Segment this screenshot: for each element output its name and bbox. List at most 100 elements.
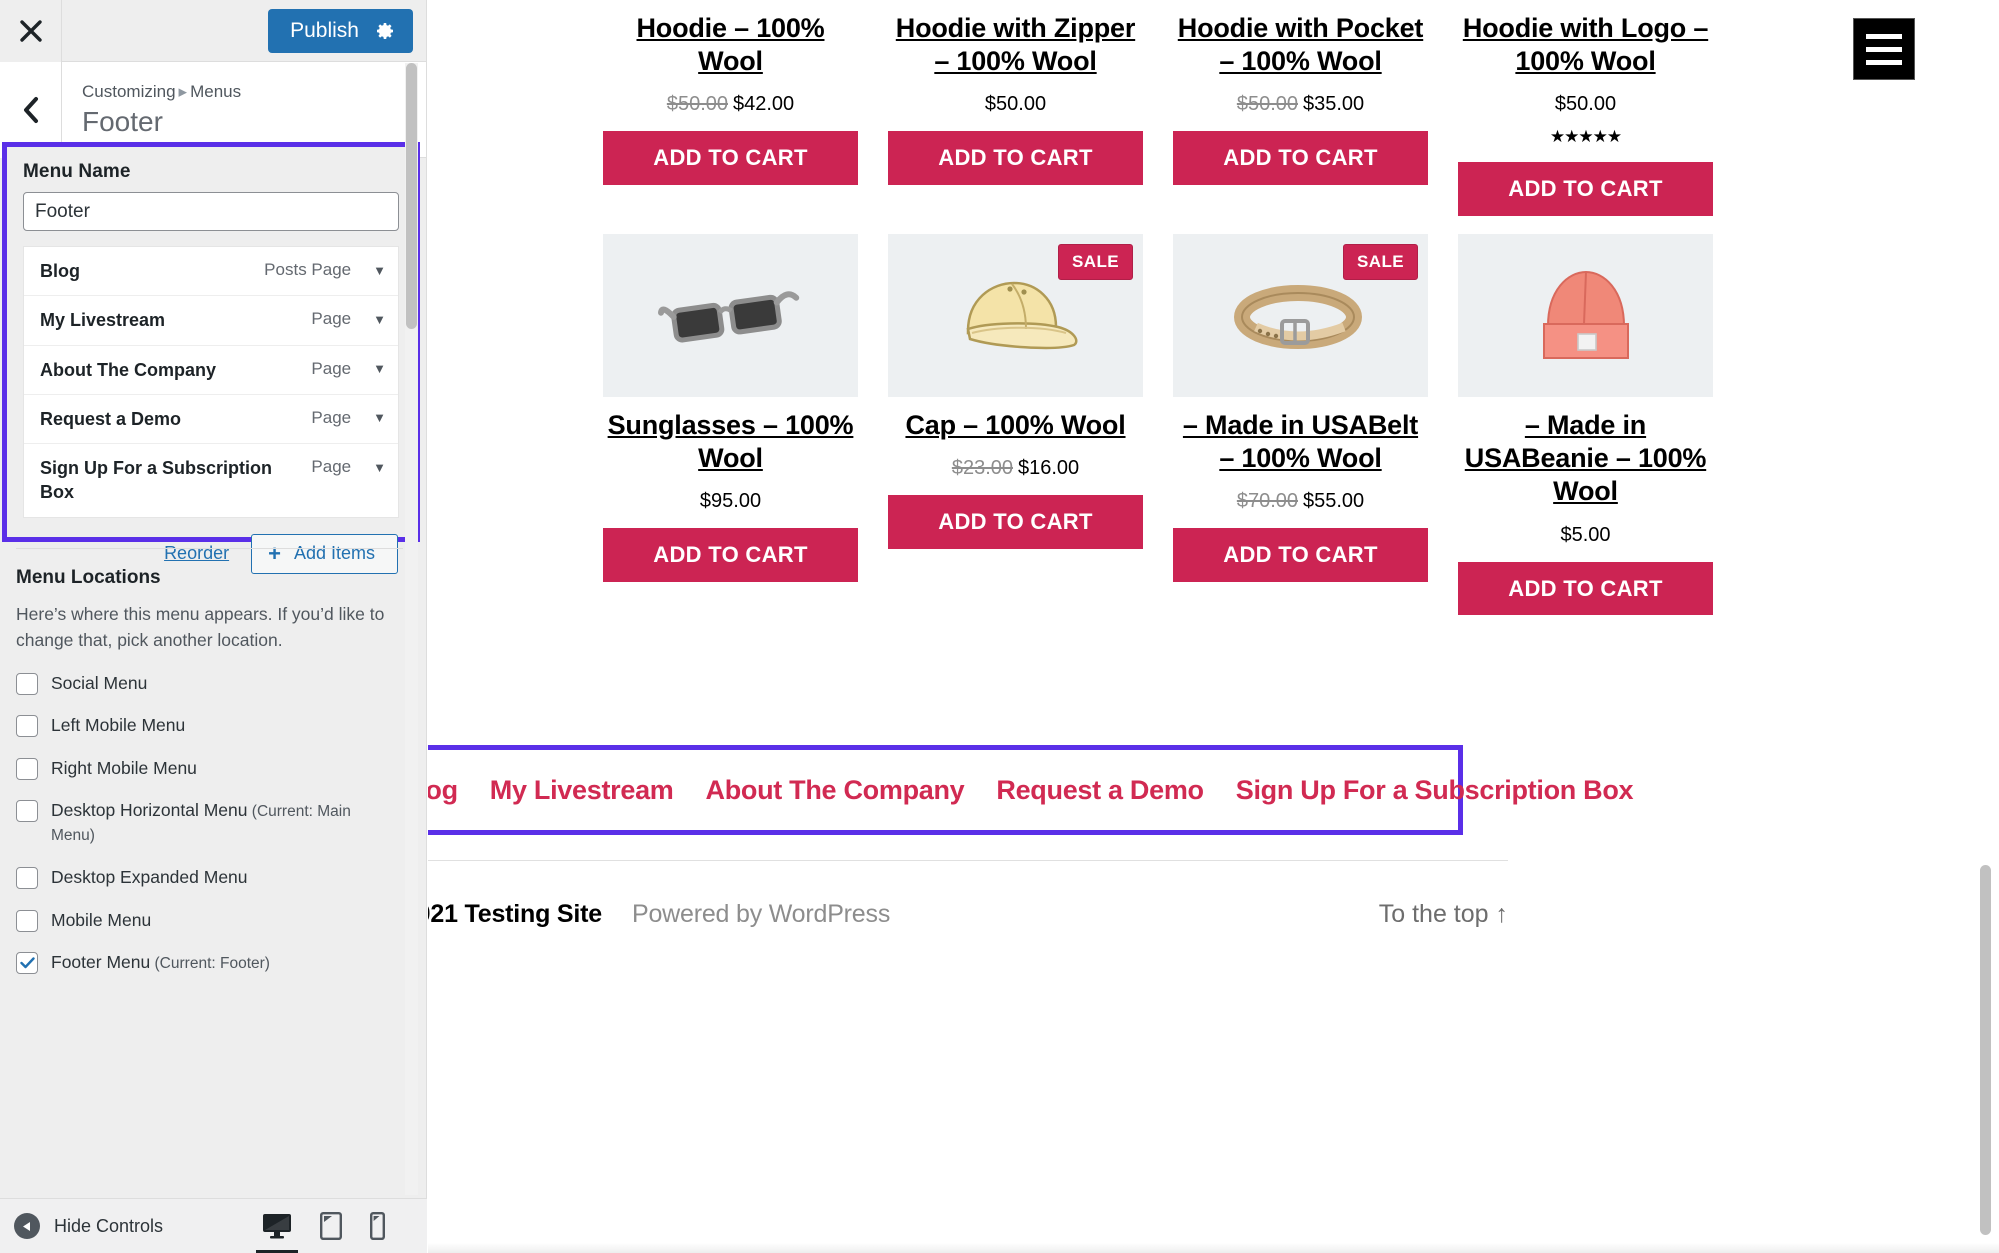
product-card: Hoodie with Zipper – 100% Wool $50.00 ADD … xyxy=(873,0,1158,185)
add-to-cart-button[interactable]: ADD TO CART xyxy=(888,131,1143,185)
hide-controls-label: Hide Controls xyxy=(54,1215,164,1236)
menu-item-title: Sign Up For a Subscription Box xyxy=(40,458,273,503)
product-card: SALE – Made in USABelt – 100% Wool $70.00 $… xyxy=(1158,233,1443,582)
menu-item-row[interactable]: My Livestream Page ▼ xyxy=(24,296,398,346)
gear-icon[interactable] xyxy=(375,21,395,41)
add-to-cart-button[interactable]: ADD TO CART xyxy=(888,495,1143,549)
menu-name-input[interactable] xyxy=(23,192,399,231)
menu-location-row[interactable]: Left Mobile Menu xyxy=(16,714,403,738)
breadcrumb-separator: ▸ xyxy=(178,81,188,101)
checkbox[interactable] xyxy=(16,952,38,975)
beanie-icon xyxy=(1542,271,1629,360)
product-title[interactable]: Hoodie – 100% Wool xyxy=(603,12,858,78)
collapse-icon xyxy=(14,1213,40,1239)
preview-scrollbar-thumb[interactable] xyxy=(1980,865,1991,1235)
menu-item-row[interactable]: Request a Demo Page ▼ xyxy=(24,395,398,445)
product-image[interactable] xyxy=(603,233,858,397)
product-price: $95.00 xyxy=(603,490,858,513)
breadcrumb-current: Menus xyxy=(190,81,242,101)
product-price: $50.00 xyxy=(888,93,1143,116)
chevron-down-icon[interactable]: ▼ xyxy=(373,461,386,474)
product-price: $50.00 $42.00 xyxy=(603,93,858,116)
screen-root: Publish Customizing ▸ Menus Footer Menu … xyxy=(0,0,1999,1253)
publish-button[interactable]: Publish xyxy=(268,8,413,53)
chevron-down-icon[interactable]: ▼ xyxy=(373,264,386,277)
breadcrumb-root: Customizing xyxy=(82,81,176,101)
menu-location-row[interactable]: Desktop Horizontal Menu (Current: Main M… xyxy=(16,799,403,847)
sidebar-scrollbar[interactable] xyxy=(405,63,418,1195)
checkbox[interactable] xyxy=(16,867,38,890)
product-row-1: Hoodie – 100% Wool $50.00 $42.00 ADD TO CAR… xyxy=(588,0,1728,216)
product-title[interactable]: Cap – 100% Wool xyxy=(888,409,1143,442)
chevron-down-icon[interactable]: ▼ xyxy=(373,313,386,326)
desktop-icon[interactable] xyxy=(256,1213,298,1253)
hamburger-bar xyxy=(1866,33,1902,39)
footer-menu-link[interactable]: About The Company xyxy=(690,775,981,806)
chevron-down-icon[interactable]: ▼ xyxy=(373,411,386,424)
checkbox[interactable] xyxy=(16,672,38,695)
add-to-cart-button[interactable]: ADD TO CART xyxy=(1458,162,1713,216)
menu-item-title: My Livestream xyxy=(40,310,166,331)
preview-scrollbar[interactable] xyxy=(1978,0,1993,1253)
menu-location-current: (Current: Main Menu) xyxy=(51,803,351,845)
menu-location-row[interactable]: Footer Menu (Current: Footer) xyxy=(16,951,403,975)
checkbox[interactable] xyxy=(16,715,38,738)
tablet-icon[interactable] xyxy=(320,1212,342,1240)
menu-item-row[interactable]: Blog Posts Page ▼ xyxy=(24,247,398,297)
footer-powered-by[interactable]: Powered by WordPress xyxy=(632,900,890,929)
footer-menu-list: BlogMy LivestreamAbout The CompanyReques… xyxy=(428,775,1649,806)
mobile-icon[interactable] xyxy=(370,1212,385,1240)
checkbox[interactable] xyxy=(16,909,38,932)
belt-icon xyxy=(1233,285,1362,350)
add-to-cart-button[interactable]: ADD TO CART xyxy=(1458,561,1713,616)
product-image[interactable]: SALE xyxy=(888,233,1143,397)
product-card: – Made in USABeanie – 100% Wool $5.00 ADD … xyxy=(1443,233,1728,616)
footer-menu-link[interactable]: Sign Up For a Subscription Box xyxy=(1220,775,1650,806)
menu-locations-section: Menu Locations Here’s where this menu ap… xyxy=(0,548,419,994)
product-title[interactable]: Hoodie with Pocket – 100% Wool xyxy=(1173,12,1428,78)
footer-menu-link[interactable]: Request a Demo xyxy=(980,775,1219,806)
menu-location-row[interactable]: Mobile Menu xyxy=(16,909,403,933)
menu-item-row[interactable]: About The Company Page ▼ xyxy=(24,346,398,395)
preview-bottom-shadow xyxy=(428,1243,1999,1253)
menu-location-row[interactable]: Right Mobile Menu xyxy=(16,757,403,781)
product-image[interactable]: SALE xyxy=(1173,233,1428,397)
close-icon[interactable] xyxy=(0,0,62,62)
menu-item-title: Blog xyxy=(40,261,80,281)
product-card: SALE Cap – 100% Wool $23.00 $16.00 ADD TO CA… xyxy=(873,233,1158,549)
footer-menu-highlighted: BlogMy LivestreamAbout The CompanyReques… xyxy=(428,745,1634,835)
add-to-cart-button[interactable]: ADD TO CART xyxy=(603,528,858,582)
to-the-top-link[interactable]: To the top ↑ xyxy=(1379,900,1508,929)
product-image[interactable] xyxy=(1458,233,1713,397)
footer-menu-link[interactable]: My Livestream xyxy=(474,775,690,806)
add-to-cart-button[interactable]: ADD TO CART xyxy=(603,131,858,185)
footer-menu-link[interactable]: Blog xyxy=(428,775,474,806)
menu-location-label: Social Menu xyxy=(51,672,148,693)
menu-item-meta: Page ▼ xyxy=(311,308,386,329)
customizer-bottom-bar: Hide Controls xyxy=(0,1198,427,1253)
product-title[interactable]: Sunglasses – 100% Wool xyxy=(603,409,858,475)
menu-location-row[interactable]: Social Menu xyxy=(16,672,403,696)
sidebar-scrollbar-thumb[interactable] xyxy=(406,63,417,329)
hamburger-menu-icon[interactable] xyxy=(1853,18,1915,80)
breadcrumb: Customizing ▸ Menus xyxy=(82,79,241,105)
product-title[interactable]: Hoodie with Zipper – 100% Wool xyxy=(888,12,1143,78)
product-title[interactable]: – Made in USABelt – 100% Wool xyxy=(1173,409,1428,475)
menu-locations-title: Menu Locations xyxy=(16,567,161,588)
menu-locations-list: Social Menu Left Mobile Menu Right Mobile … xyxy=(16,672,403,976)
product-price-current: $50.00 xyxy=(984,93,1047,116)
page-title: Footer xyxy=(82,106,163,138)
product-price-current: $50.00 xyxy=(1554,93,1617,116)
product-title[interactable]: – Made in USABeanie – 100% Wool xyxy=(1458,409,1713,509)
hide-controls-button[interactable]: Hide Controls xyxy=(14,1213,163,1239)
checkbox[interactable] xyxy=(16,800,38,823)
menu-location-row[interactable]: Desktop Expanded Menu xyxy=(16,866,403,890)
product-title[interactable]: Hoodie with Logo – 100% Wool xyxy=(1458,12,1713,78)
product-card: Hoodie – 100% Wool $50.00 $42.00 ADD TO CAR… xyxy=(588,0,873,185)
menu-item-row[interactable]: Sign Up For a Subscription Box Page ▼ xyxy=(24,444,398,517)
menu-location-label: Footer Menu (Current: Footer) xyxy=(51,952,270,973)
checkbox[interactable] xyxy=(16,757,38,780)
add-to-cart-button[interactable]: ADD TO CART xyxy=(1173,131,1428,185)
chevron-down-icon[interactable]: ▼ xyxy=(373,362,386,375)
add-to-cart-button[interactable]: ADD TO CART xyxy=(1173,528,1428,582)
